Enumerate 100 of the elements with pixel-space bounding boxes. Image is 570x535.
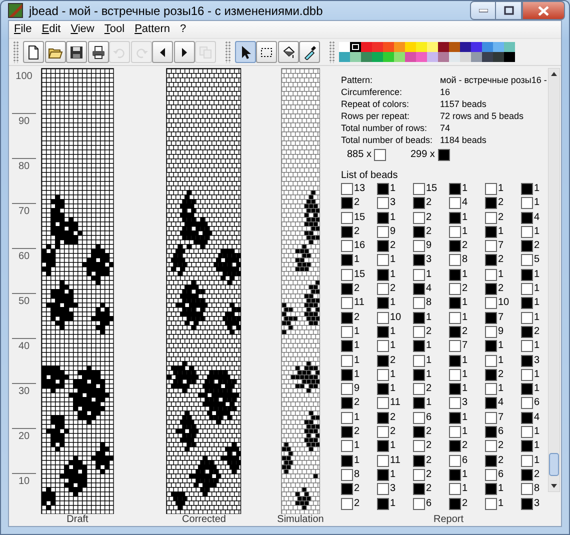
ruler-tick — [12, 113, 36, 114]
menu-item[interactable]: Pattern — [130, 21, 174, 38]
ruler-label: 20 — [18, 431, 30, 442]
color-swatch[interactable] — [482, 42, 492, 52]
bead-count: 2 — [534, 326, 540, 338]
bead-count: 2 — [426, 468, 432, 481]
color-swatch[interactable] — [360, 52, 372, 62]
bead-count: 2 — [354, 226, 360, 238]
bead-count: 1 — [462, 468, 468, 481]
ruler-label: 100 — [16, 71, 32, 82]
bead-count: 1 — [390, 268, 396, 281]
bead-count: 2 — [426, 326, 432, 338]
maximize-button[interactable] — [496, 1, 522, 20]
bead-count: 1 — [462, 426, 468, 438]
ruler-tick — [12, 473, 36, 474]
menu-item[interactable]: File — [10, 21, 36, 38]
bead-count: 2 — [426, 454, 432, 467]
bead-count: 1 — [462, 354, 468, 367]
save-icon — [69, 44, 84, 60]
bead-count: 1 — [534, 297, 540, 310]
color-swatch[interactable] — [372, 52, 382, 62]
color-swatch[interactable] — [448, 42, 460, 52]
color-swatch[interactable] — [504, 42, 514, 52]
color-swatch[interactable] — [394, 42, 404, 52]
bead-count: 1 — [390, 340, 396, 352]
color-swatch[interactable] — [338, 52, 350, 62]
bead-count: 1 — [462, 297, 468, 310]
paint-bucket-button[interactable] — [278, 41, 298, 63]
color-swatch[interactable] — [438, 42, 448, 52]
pointer-button[interactable] — [234, 41, 256, 63]
bead-count: 1 — [498, 340, 504, 352]
right-arrow-button[interactable] — [174, 41, 194, 63]
color-swatch[interactable] — [404, 42, 416, 52]
bead-count: 1 — [498, 354, 504, 367]
pipette-button[interactable] — [299, 41, 320, 63]
color-swatch[interactable] — [350, 52, 360, 62]
color-swatch[interactable] — [360, 42, 372, 52]
bead-count: 2 — [354, 397, 360, 410]
bead-count: 1 — [534, 454, 540, 467]
bead-count: 2 — [534, 468, 540, 481]
color-swatch[interactable] — [492, 42, 504, 52]
open-folder-button[interactable] — [44, 41, 66, 63]
color-swatch[interactable] — [394, 52, 404, 62]
color-swatch[interactable] — [470, 42, 482, 52]
color-swatch[interactable] — [382, 42, 394, 52]
selection-rectangle-button[interactable] — [256, 41, 277, 63]
minimize-button[interactable] — [470, 1, 496, 20]
field-label: Total number of beads: — [341, 134, 434, 146]
bead-count: 2 — [426, 383, 432, 396]
bead-count: 2 — [426, 440, 432, 452]
color-swatch[interactable] — [460, 42, 470, 52]
new-file-button[interactable] — [23, 41, 44, 63]
color-swatch[interactable] — [350, 42, 360, 52]
bead-count: 1 — [462, 368, 468, 381]
color-swatch[interactable] — [460, 52, 470, 62]
close-icon — [538, 6, 549, 16]
bead-count: 2 — [534, 240, 540, 252]
color-swatch[interactable] — [448, 52, 460, 62]
bead-count: 2 — [498, 197, 504, 210]
color-swatch[interactable] — [482, 52, 492, 62]
color-swatch[interactable] — [416, 42, 426, 52]
ruler-label: 60 — [18, 251, 30, 262]
color-swatch[interactable] — [504, 52, 514, 62]
bead-count: 10 — [390, 312, 402, 324]
bead-count: 2 — [426, 483, 432, 496]
menu-item[interactable]: Tool — [100, 21, 129, 38]
bead-count: 1 — [462, 268, 468, 281]
print-icon — [90, 44, 106, 60]
color-swatch[interactable] — [438, 52, 448, 62]
new-file-icon — [26, 44, 41, 60]
color-swatch[interactable] — [338, 42, 350, 52]
scroll-bar[interactable] — [548, 68, 560, 492]
color-swatch[interactable] — [404, 52, 416, 62]
menu-item[interactable]: Edit — [38, 21, 65, 38]
field-value: мой - встречные розы16 - — [440, 74, 547, 86]
print-button[interactable] — [88, 41, 108, 63]
color-swatch[interactable] — [492, 52, 504, 62]
color-swatch[interactable] — [416, 52, 426, 62]
bead-count: 2 — [390, 283, 396, 296]
menu-item[interactable]: ? — [176, 21, 190, 38]
window-title: jbead - мой - встречные розы16 - с изменениями.dbb — [29, 2, 324, 20]
list-title: List of beads — [341, 170, 399, 182]
close-button[interactable] — [522, 1, 565, 20]
color-swatch[interactable] — [470, 52, 482, 62]
menu-item[interactable]: View — [66, 21, 98, 38]
field-value: 74 — [440, 122, 450, 134]
color-swatch[interactable] — [426, 42, 438, 52]
color-swatch[interactable] — [426, 52, 438, 62]
ruler-label: 50 — [18, 296, 30, 307]
view-label: Report — [433, 514, 464, 526]
left-arrow-button[interactable] — [152, 41, 173, 63]
save-button[interactable] — [66, 41, 87, 63]
bead-count: 5 — [534, 254, 540, 266]
ruler-tick — [12, 158, 36, 159]
bead-count: 9 — [354, 383, 360, 396]
bead-count: 8 — [462, 254, 468, 266]
color-swatch[interactable] — [372, 42, 382, 52]
color-swatch[interactable] — [382, 52, 394, 62]
ruler-label: 30 — [18, 386, 30, 397]
bead-count: 1 — [354, 440, 360, 452]
